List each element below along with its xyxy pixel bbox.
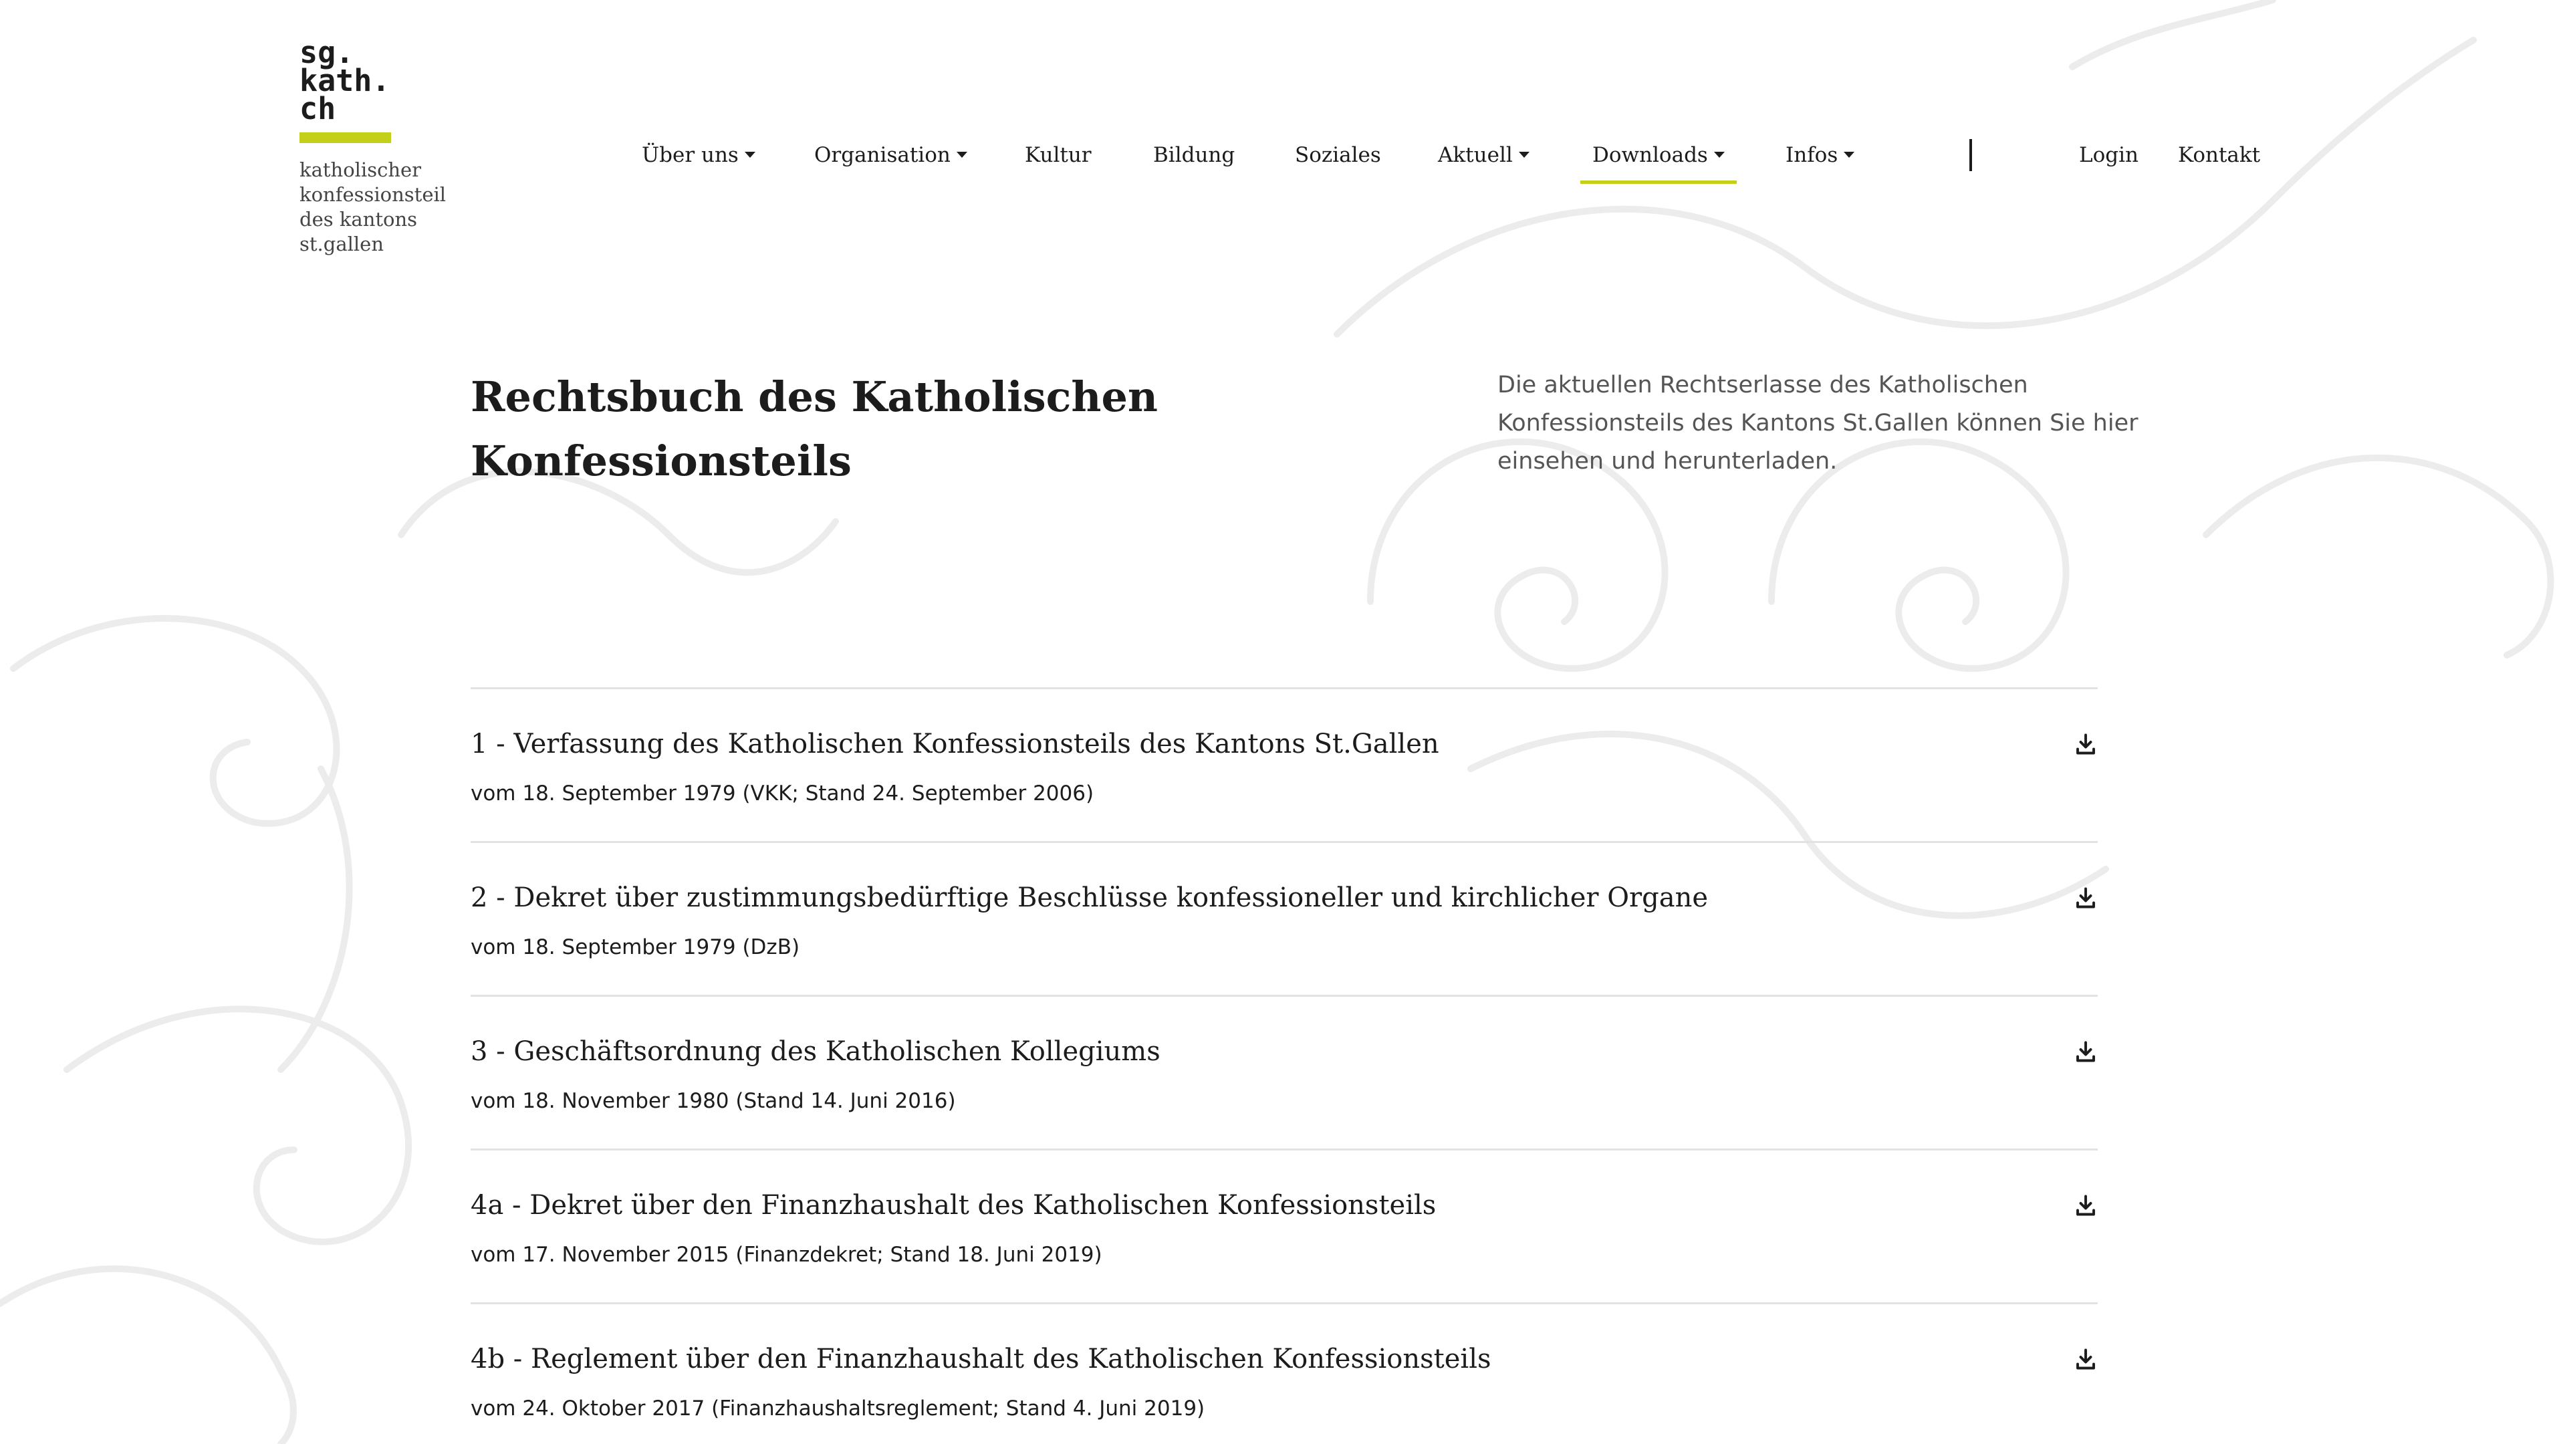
download-icon[interactable] xyxy=(2074,732,2098,756)
document-title[interactable]: 2 - Dekret über zustimmungsbedürftige Be… xyxy=(471,878,2008,918)
document-subtitle: vom 17. November 2015 (Finanzdekret; Sta… xyxy=(471,1243,1102,1267)
caret-down-icon xyxy=(1713,152,1725,158)
document-subtitle: vom 18. September 1979 (VKK; Stand 24. S… xyxy=(471,781,1094,806)
main-nav: Über uns Organisation Kultur Bildung Soz… xyxy=(0,134,2567,184)
download-icon[interactable] xyxy=(2074,1040,2098,1064)
list-item[interactable]: 3 - Geschäftsordnung des Katholischen Ko… xyxy=(471,995,2098,1148)
caret-down-icon xyxy=(1518,152,1530,158)
download-icon[interactable] xyxy=(2074,1347,2098,1371)
nav-item-aktuell[interactable]: Aktuell xyxy=(1438,134,1530,176)
caret-down-icon xyxy=(1844,152,1855,158)
nav-item-organisation[interactable]: Organisation xyxy=(814,134,967,176)
nav-item-label: Kultur xyxy=(1025,143,1092,167)
page-intro: Die aktuellen Rechtserlasse des Katholis… xyxy=(1497,372,2138,475)
nav-item-label: Infos xyxy=(1786,143,1838,167)
document-title[interactable]: 1 - Verfassung des Katholischen Konfessi… xyxy=(471,724,2008,764)
list-item[interactable]: 4a - Dekret über den Finanzhaushalt des … xyxy=(471,1148,2098,1302)
list-item[interactable]: 1 - Verfassung des Katholischen Konfessi… xyxy=(471,687,2098,841)
kontakt-link[interactable]: Kontakt xyxy=(2178,134,2260,176)
nav-item-infos[interactable]: Infos xyxy=(1786,134,1855,176)
list-item[interactable]: 4b - Reglement über den Finanzhaushalt d… xyxy=(471,1302,2098,1456)
nav-item-label: Aktuell xyxy=(1438,143,1513,167)
login-link[interactable]: Login xyxy=(2079,134,2138,176)
nav-item-label: Organisation xyxy=(814,143,951,167)
nav-item-ueber-uns[interactable]: Über uns xyxy=(642,134,755,176)
nav-item-label: Bildung xyxy=(1153,143,1235,167)
nav-item-kultur[interactable]: Kultur xyxy=(1025,134,1092,176)
download-icon[interactable] xyxy=(2074,1193,2098,1217)
nav-item-bildung[interactable]: Bildung xyxy=(1153,134,1235,176)
document-subtitle: vom 24. Oktober 2017 (Finanzhaushaltsreg… xyxy=(471,1397,1205,1421)
document-subtitle: vom 18. September 1979 (DzB) xyxy=(471,935,800,959)
nav-item-label: Über uns xyxy=(642,143,739,167)
nav-active-indicator xyxy=(1580,180,1737,184)
caret-down-icon xyxy=(956,152,967,158)
nav-item-downloads[interactable]: Downloads xyxy=(1580,134,1737,184)
page-title: Rechtsbuch des Katholischen Konfessionst… xyxy=(471,372,1158,485)
nav-item-label: Soziales xyxy=(1295,143,1381,167)
nav-item-label: Downloads xyxy=(1592,143,1708,167)
document-title[interactable]: 4b - Reglement über den Finanzhaushalt d… xyxy=(471,1339,2008,1379)
nav-divider xyxy=(1969,139,1972,171)
document-title[interactable]: 3 - Geschäftsordnung des Katholischen Ko… xyxy=(471,1032,2008,1072)
nav-item-soziales[interactable]: Soziales xyxy=(1295,134,1381,176)
logo-wordmark: sg. kath. ch xyxy=(299,35,390,126)
document-title[interactable]: 4a - Dekret über den Finanzhaushalt des … xyxy=(471,1185,2008,1225)
download-icon[interactable] xyxy=(2074,886,2098,910)
list-item[interactable]: 2 - Dekret über zustimmungsbedürftige Be… xyxy=(471,841,2098,995)
page: sg. kath. ch katholischer konfessionstei… xyxy=(0,0,2567,1444)
caret-down-icon xyxy=(744,152,755,158)
document-list: 1 - Verfassung des Katholischen Konfessi… xyxy=(471,687,2098,1456)
document-subtitle: vom 18. November 1980 (Stand 14. Juni 20… xyxy=(471,1089,956,1113)
